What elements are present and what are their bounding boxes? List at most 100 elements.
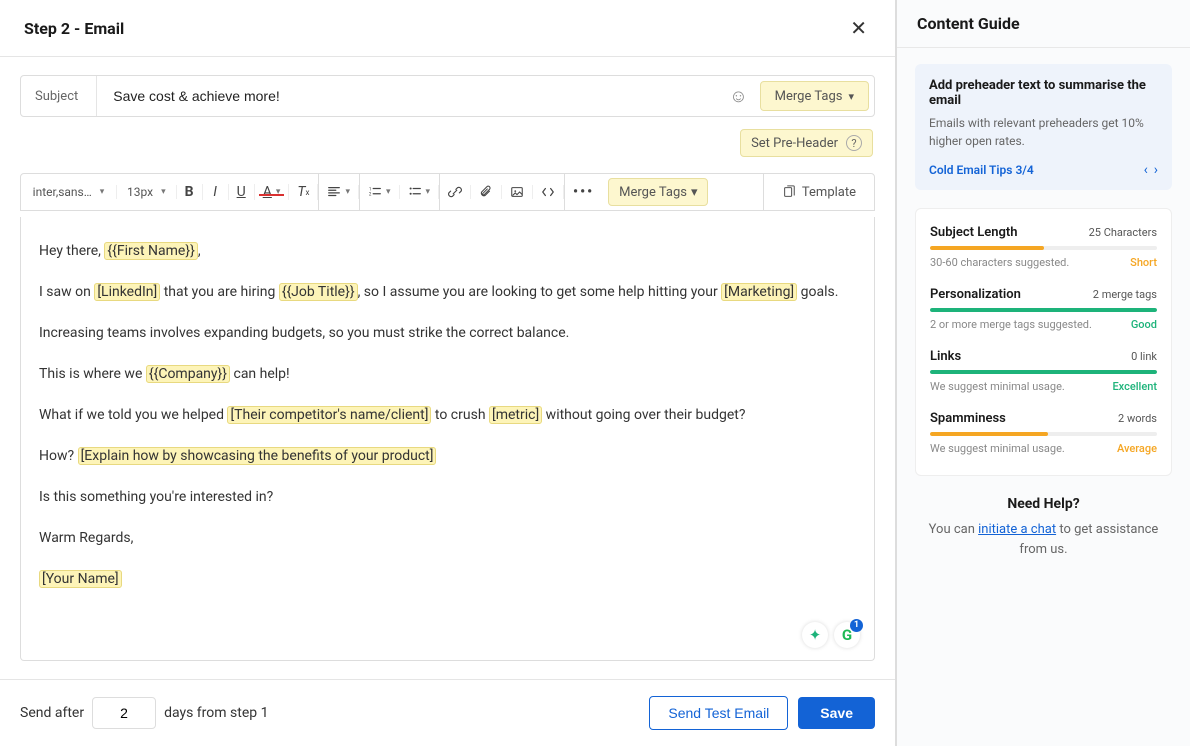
merge-tags-label: Merge Tags: [775, 89, 843, 104]
clear-format-button[interactable]: Tx: [289, 184, 318, 200]
days-suffix: days from step 1: [164, 705, 268, 721]
italic-button[interactable]: I: [203, 184, 229, 200]
metric-bar: [930, 432, 1157, 436]
placeholder: [Your Name]: [39, 570, 122, 588]
metric-hint: We suggest minimal usage.: [930, 442, 1065, 455]
attachment-button[interactable]: [471, 185, 502, 199]
grammarly-icon[interactable]: G 1: [834, 622, 860, 648]
metric-row: Spamminess 2 words We suggest minimal usag…: [930, 411, 1157, 455]
subject-merge-tags-button[interactable]: Merge Tags ▾: [760, 81, 869, 111]
font-family-select[interactable]: inter,sans…▾: [21, 185, 117, 199]
tip-next-button[interactable]: ›: [1154, 162, 1158, 178]
tip-desc: Emails with relevant preheaders get 10% …: [929, 114, 1158, 150]
merge-tag: {{First Name}}: [104, 242, 197, 260]
send-test-email-button[interactable]: Send Test Email: [649, 696, 788, 730]
metric-value: 2 merge tags: [1093, 288, 1157, 301]
chevron-down-icon: ▾: [426, 187, 431, 197]
chevron-down-icon: ▾: [161, 187, 166, 197]
dialog-header: Step 2 - Email ✕: [0, 0, 895, 57]
tip-card: Add preheader text to summarise the emai…: [915, 64, 1172, 190]
paperclip-icon: [479, 185, 493, 199]
svg-text:1: 1: [369, 187, 371, 192]
metric-row: Links 0 link We suggest minimal usage. Exce…: [930, 349, 1157, 393]
align-button[interactable]: ▾: [319, 185, 359, 199]
metric-bar: [930, 370, 1157, 374]
font-size-select[interactable]: 13px▾: [117, 185, 177, 199]
chevron-down-icon: ▾: [276, 187, 281, 197]
email-body-editor[interactable]: Hey there, {{First Name}}, I saw on [Lin…: [20, 217, 875, 661]
initiate-chat-link[interactable]: initiate a chat: [978, 522, 1056, 537]
code-icon: [541, 185, 555, 199]
placeholder: [Marketing]: [721, 283, 797, 301]
metric-value: 2 words: [1118, 412, 1157, 425]
editor-floating-widgets: ✦ G 1: [802, 622, 860, 648]
link-icon: [448, 185, 462, 199]
copy-icon: [782, 185, 796, 199]
chevron-down-icon: ▾: [100, 187, 105, 197]
bold-button[interactable]: B: [177, 184, 203, 200]
ordered-list-button[interactable]: 12 ▾: [360, 185, 400, 199]
metric-hint: 30-60 characters suggested.: [930, 256, 1069, 269]
metric-name: Spamminess: [930, 411, 1006, 426]
metric-status: Short: [1130, 256, 1157, 269]
unordered-list-icon: [408, 185, 422, 199]
subject-row: Subject ☺ Merge Tags ▾: [20, 75, 875, 117]
metric-name: Links: [930, 349, 961, 364]
save-button[interactable]: Save: [798, 697, 875, 729]
metric-status: Good: [1131, 318, 1157, 331]
content-guide-panel: Content Guide Add preheader text to summ…: [897, 0, 1190, 746]
link-button[interactable]: [440, 185, 471, 199]
metric-value: 25 Characters: [1089, 226, 1157, 239]
underline-button[interactable]: U: [229, 184, 255, 200]
editor-merge-tags-button[interactable]: Merge Tags ▾: [608, 178, 708, 206]
send-after-label: Send after: [20, 705, 84, 721]
tip-nav-link[interactable]: Cold Email Tips 3/4: [929, 163, 1034, 177]
template-button[interactable]: Template: [770, 178, 868, 206]
grammarly-badge: 1: [850, 619, 863, 632]
need-help-heading: Need Help?: [927, 496, 1160, 512]
chevron-down-icon: ▾: [345, 187, 350, 197]
need-help-section: Need Help? You can initiate a chat to ge…: [915, 476, 1172, 579]
unordered-list-button[interactable]: ▾: [400, 185, 440, 199]
assist-icon[interactable]: ✦: [802, 622, 828, 648]
chevron-down-icon: ▾: [848, 90, 854, 103]
metric-bar: [930, 308, 1157, 312]
metric-hint: We suggest minimal usage.: [930, 380, 1065, 393]
send-after-days-input[interactable]: [92, 697, 156, 729]
merge-tag: {{Company}}: [146, 365, 230, 383]
emoji-icon[interactable]: ☺: [717, 86, 759, 107]
tip-prev-button[interactable]: ‹: [1144, 162, 1148, 178]
metric-hint: 2 or more merge tags suggested.: [930, 318, 1092, 331]
metric-row: Subject Length25 Characters30-60 charact…: [930, 225, 1157, 269]
svg-text:2: 2: [369, 193, 372, 198]
metrics-card: Subject Length25 Characters30-60 charact…: [915, 208, 1172, 476]
image-button[interactable]: [502, 185, 533, 199]
image-icon: [510, 185, 524, 199]
set-preheader-button[interactable]: Set Pre-Header ?: [740, 129, 873, 157]
help-icon[interactable]: ?: [846, 135, 862, 151]
metric-bar: [930, 246, 1157, 250]
preheader-label: Set Pre-Header: [751, 136, 838, 151]
chevron-down-icon: ▾: [691, 185, 698, 200]
placeholder: [LinkedIn]: [94, 283, 160, 301]
more-button[interactable]: •••: [565, 184, 602, 200]
placeholder: [metric]: [489, 406, 542, 424]
merge-tag: {{Job Title}}: [279, 283, 358, 301]
chevron-down-icon: ▾: [386, 187, 391, 197]
metric-value: 0 link: [1131, 350, 1157, 363]
close-icon[interactable]: ✕: [846, 14, 871, 42]
subject-input[interactable]: [97, 76, 717, 116]
ordered-list-icon: 12: [368, 185, 382, 199]
placeholder: [Their competitor's name/client]: [227, 406, 431, 424]
align-left-icon: [327, 185, 341, 199]
tip-heading: Add preheader text to summarise the emai…: [929, 78, 1158, 108]
metric-status: Excellent: [1112, 380, 1157, 393]
code-button[interactable]: [533, 185, 564, 199]
subject-label: Subject: [21, 76, 97, 116]
content-guide-title: Content Guide: [897, 0, 1190, 48]
dialog-title: Step 2 - Email: [24, 19, 124, 38]
metric-status: Average: [1117, 442, 1157, 455]
metric-row: Personalization2 merge tags2 or more mer…: [930, 287, 1157, 331]
text-color-button[interactable]: A▾: [255, 184, 290, 200]
footer-bar: Send after days from step 1 Send Test Em…: [0, 679, 895, 746]
